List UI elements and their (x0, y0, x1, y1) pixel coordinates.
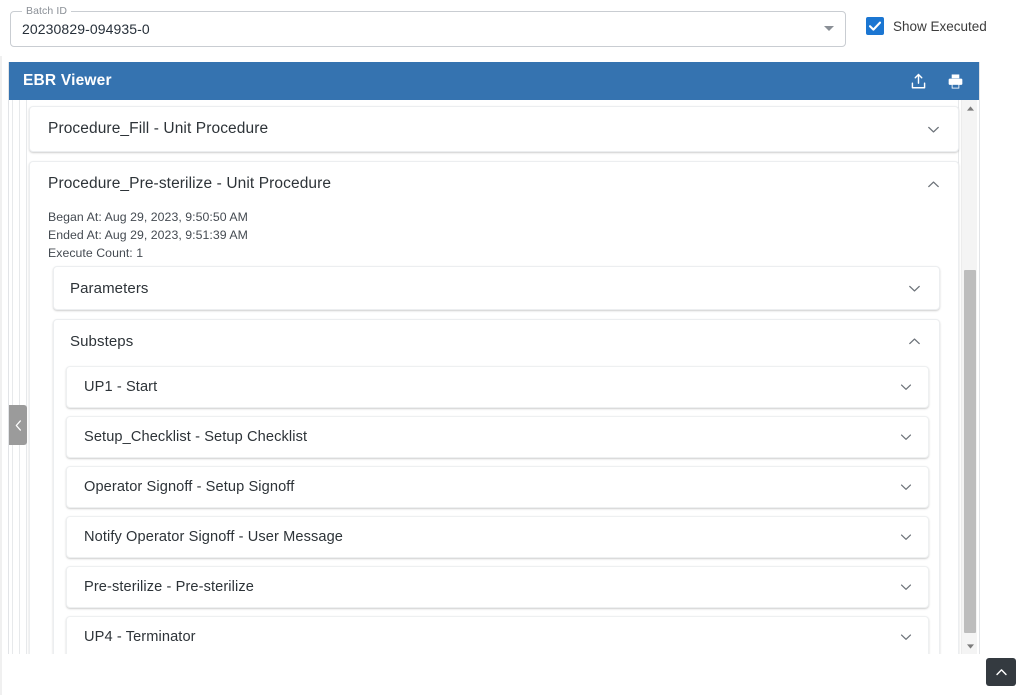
substep-item: UP1 - Start (66, 366, 929, 408)
top-toolbar: Batch ID 20230829-094935-0 Show Executed (0, 0, 1024, 56)
substep-title: UP4 - Terminator (84, 629, 196, 645)
substep-item: Setup_Checklist - Setup Checklist (66, 416, 929, 458)
chevron-up-icon[interactable] (925, 176, 942, 193)
panel-header[interactable]: Substeps (54, 320, 939, 362)
check-icon (868, 21, 882, 31)
chevron-down-icon[interactable] (898, 479, 914, 495)
panel-content: Began At: Aug 29, 2023, 9:50:50 AM Ended… (30, 206, 958, 654)
scrollbar-down-button[interactable] (962, 638, 978, 654)
chevron-down-icon[interactable] (925, 121, 942, 138)
show-executed-row[interactable]: Show Executed (866, 17, 987, 35)
chevron-down-icon[interactable] (898, 629, 914, 645)
ebr-viewer-card: EBR Viewer Procedure_Fill - Unit Procedu… (8, 62, 980, 654)
substeps-panel: Substeps UP1 - Start Setup_Checklist - S… (53, 319, 940, 654)
ebr-viewer-app: Batch ID 20230829-094935-0 Show Executed… (0, 0, 1024, 695)
substep-item: Operator Signoff - Setup Signoff (66, 466, 929, 508)
chevron-down-icon[interactable] (824, 26, 834, 31)
vertical-scrollbar[interactable] (961, 100, 977, 654)
execute-count-text: Execute Count: 1 (48, 246, 144, 260)
panel-rail (19, 100, 20, 654)
substep-title: Setup_Checklist - Setup Checklist (84, 429, 308, 445)
page-title: EBR Viewer (23, 72, 112, 89)
page-left-edge (0, 0, 2, 695)
panel-rail (26, 100, 27, 654)
print-icon[interactable] (946, 72, 965, 91)
scrollbar-up-button[interactable] (962, 100, 978, 116)
panel-header[interactable]: Procedure_Fill - Unit Procedure (30, 107, 958, 151)
chevron-down-icon[interactable] (898, 379, 914, 395)
caret-down-icon (966, 643, 974, 649)
viewer-actions (909, 72, 965, 91)
panel-header[interactable]: Notify Operator Signoff - User Message (67, 517, 928, 557)
panel-collapse-handle[interactable] (9, 405, 27, 445)
panel-header[interactable]: Procedure_Pre-sterilize - Unit Procedure (30, 162, 958, 206)
panel-header[interactable]: UP4 - Terminator (67, 617, 928, 654)
scrollbar-thumb[interactable] (964, 270, 976, 633)
substep-item: UP4 - Terminator (66, 616, 929, 654)
export-icon[interactable] (909, 72, 928, 91)
scroll-to-top-button[interactable] (986, 658, 1016, 686)
panel-rail (12, 100, 13, 654)
ended-at-text: Ended At: Aug 29, 2023, 9:51:39 AM (48, 228, 248, 242)
chevron-down-icon[interactable] (898, 529, 914, 545)
chevron-up-icon[interactable] (906, 333, 923, 350)
unit-procedure-panel-fill: Procedure_Fill - Unit Procedure (29, 106, 959, 152)
panel-title: Procedure_Pre-sterilize - Unit Procedure (48, 175, 332, 192)
caret-up-icon (966, 105, 974, 111)
chevron-down-icon[interactable] (898, 429, 914, 445)
began-at-text: Began At: Aug 29, 2023, 9:50:50 AM (48, 210, 248, 224)
panel-header[interactable]: Parameters (54, 267, 939, 309)
substep-title: Notify Operator Signoff - User Message (84, 529, 344, 545)
panel-title: Substeps (70, 332, 134, 350)
parameters-panel: Parameters (53, 266, 940, 310)
substep-item: Notify Operator Signoff - User Message (66, 516, 929, 558)
substep-item: Pre-sterilize - Pre-sterilize (66, 566, 929, 608)
procedure-list: Procedure_Fill - Unit Procedure Procedur… (29, 100, 959, 654)
substeps-list: UP1 - Start Setup_Checklist - Setup Chec… (54, 362, 939, 654)
show-executed-checkbox[interactable] (866, 17, 884, 35)
batch-id-label: Batch ID (22, 5, 72, 17)
substep-title: Pre-sterilize - Pre-sterilize (84, 579, 254, 595)
ebr-viewer-header: EBR Viewer (9, 62, 979, 100)
panel-title: Procedure_Fill - Unit Procedure (48, 120, 269, 137)
batch-id-select[interactable]: Batch ID 20230829-094935-0 (10, 5, 846, 47)
chevron-down-icon[interactable] (898, 579, 914, 595)
panel-header[interactable]: Pre-sterilize - Pre-sterilize (67, 567, 928, 607)
show-executed-label: Show Executed (893, 18, 987, 34)
substep-title: UP1 - Start (84, 379, 158, 395)
ebr-viewer-body: Procedure_Fill - Unit Procedure Procedur… (9, 100, 979, 654)
chevron-up-icon (995, 668, 1007, 675)
substep-title: Operator Signoff - Setup Signoff (84, 479, 295, 495)
panel-header[interactable]: Operator Signoff - Setup Signoff (67, 467, 928, 507)
unit-procedure-panel-pre-sterilize: Procedure_Pre-sterilize - Unit Procedure… (29, 161, 959, 654)
nested-sections: Parameters Substeps UP1 - Start Setup_Ch… (48, 262, 942, 654)
panel-title: Parameters (70, 279, 149, 297)
panel-header[interactable]: Setup_Checklist - Setup Checklist (67, 417, 928, 457)
chevron-left-icon (15, 419, 21, 431)
batch-id-value[interactable]: 20230829-094935-0 (22, 21, 150, 37)
chevron-down-icon[interactable] (906, 280, 923, 297)
panel-header[interactable]: UP1 - Start (67, 367, 928, 407)
